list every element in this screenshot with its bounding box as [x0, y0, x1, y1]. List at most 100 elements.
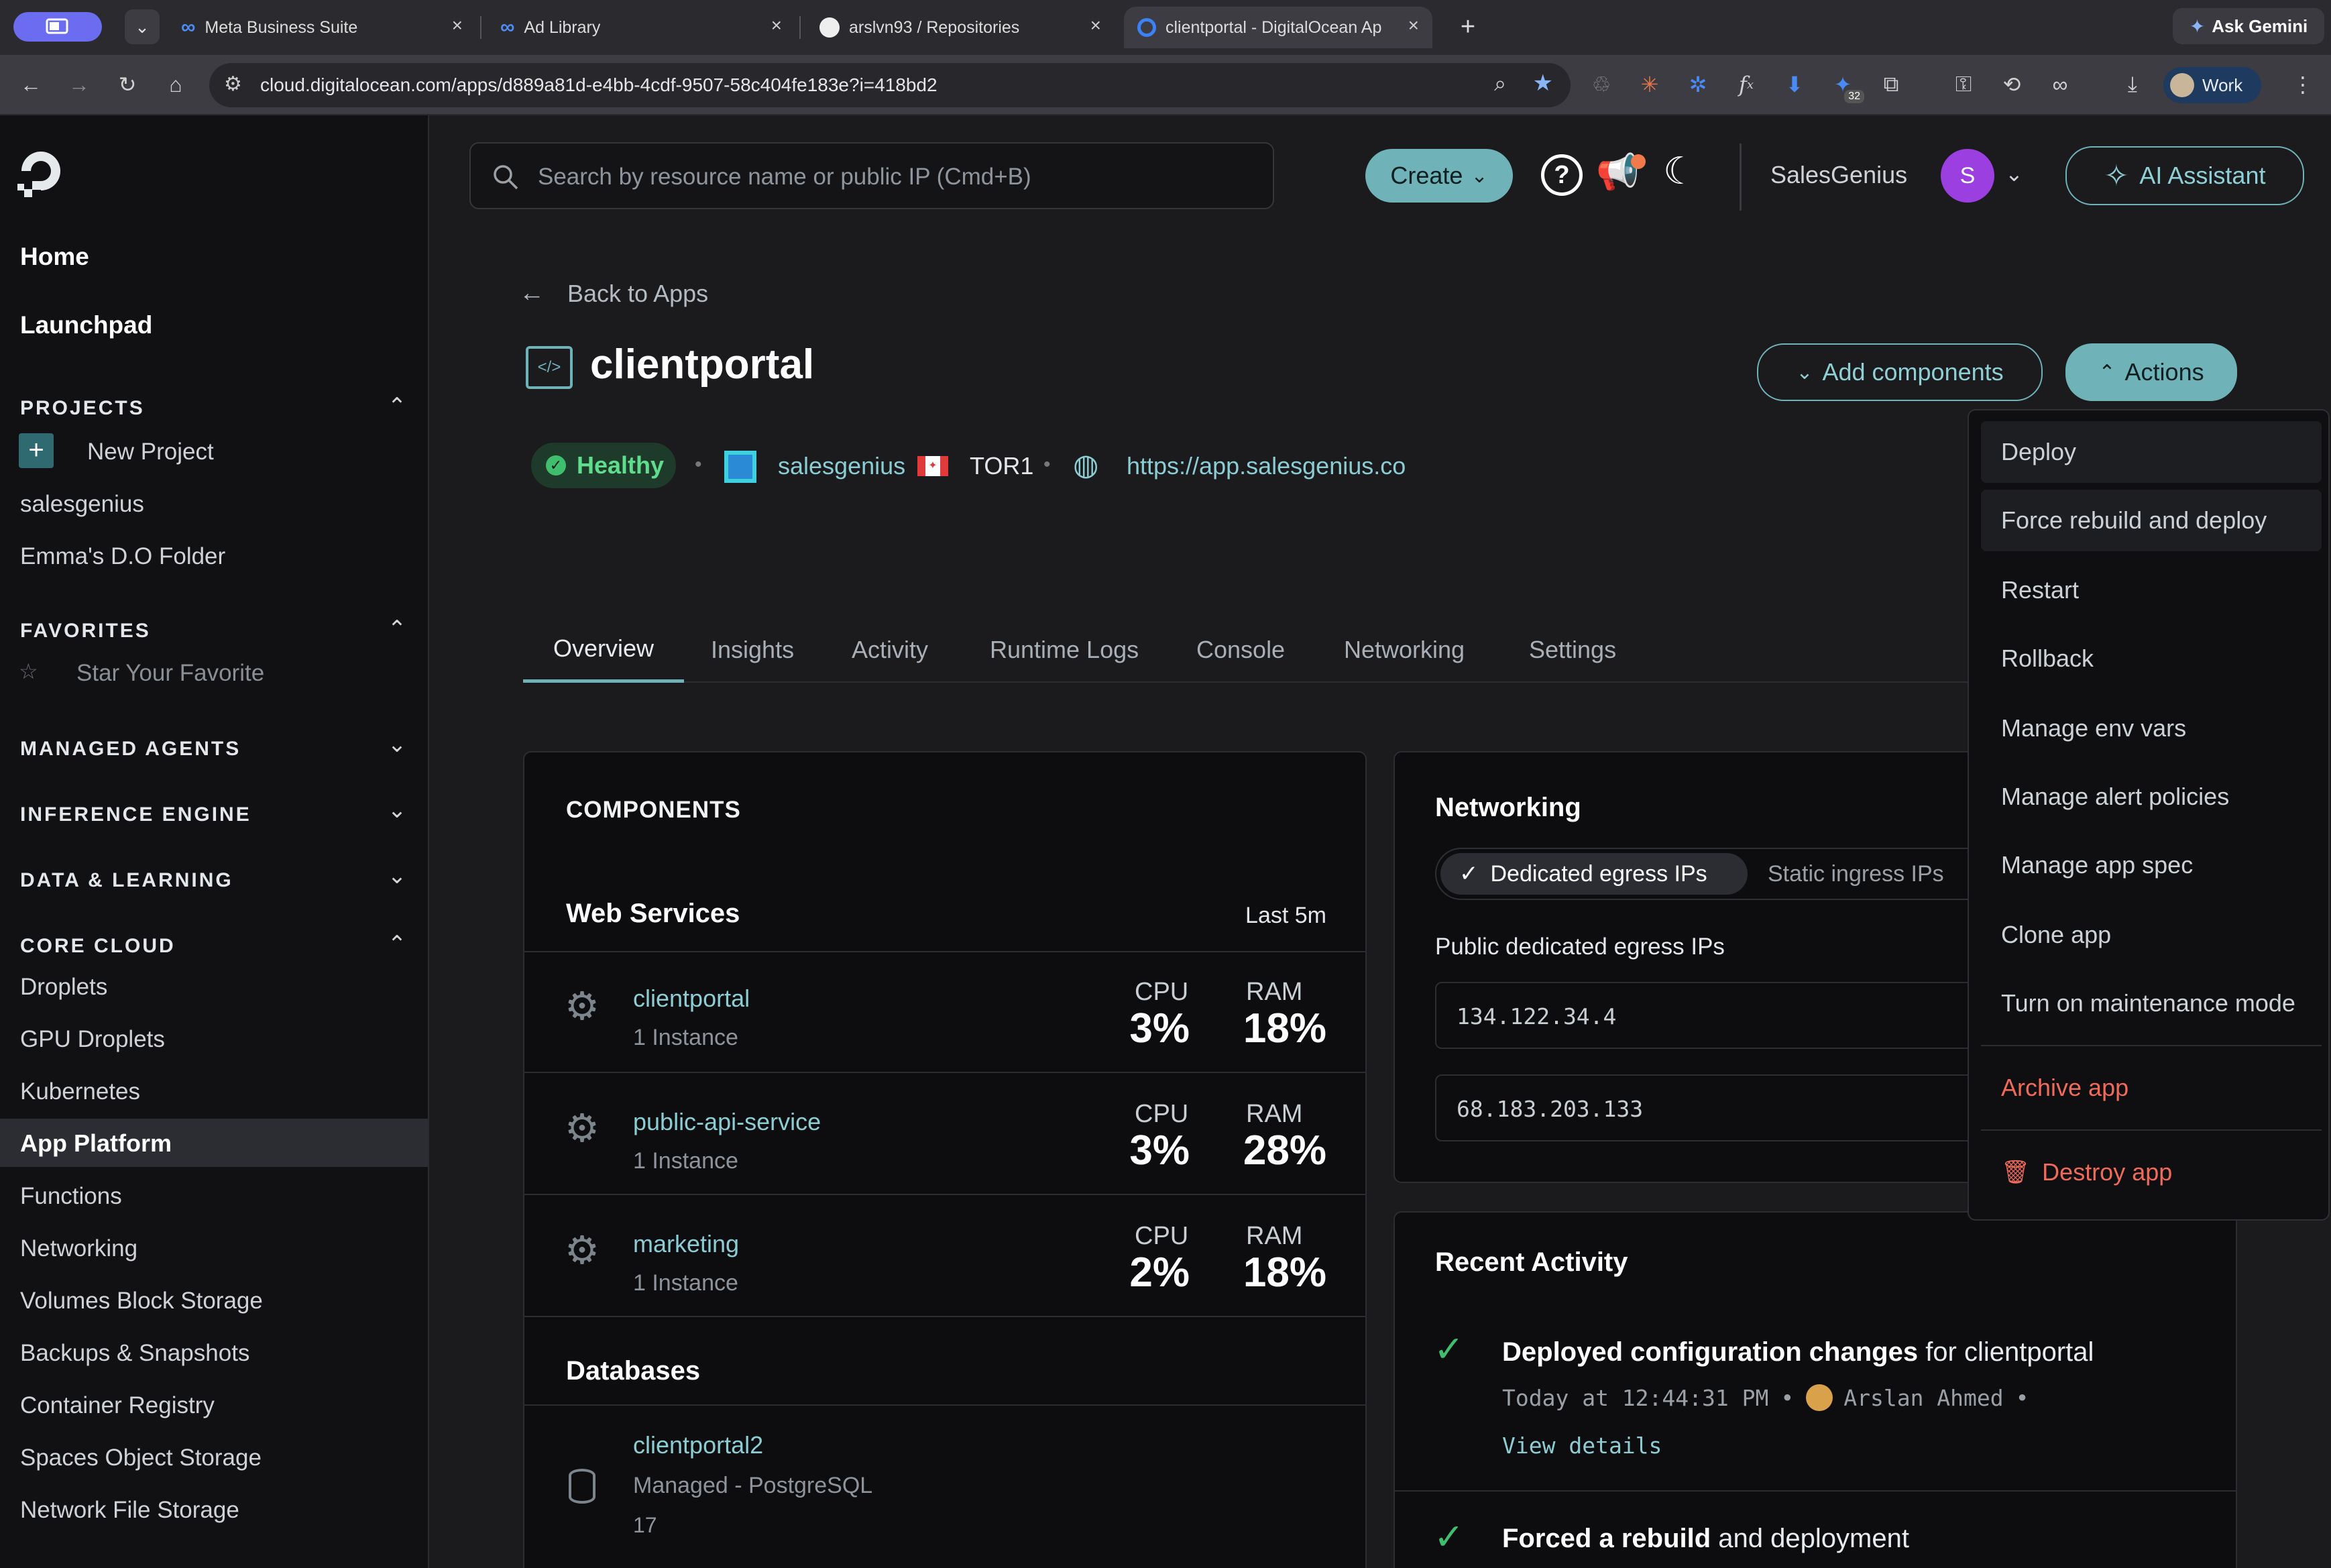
chevron-up-icon[interactable]: ⌃	[384, 931, 410, 958]
sidebar-item-networking[interactable]: Networking	[20, 1235, 137, 1262]
sidebar-launchpad[interactable]: Launchpad	[20, 311, 152, 339]
add-components-button[interactable]: ⌄ Add components	[1757, 343, 2043, 401]
password-key-icon[interactable]: ⚿	[1947, 68, 1980, 101]
sidebar-item-gpu-droplets[interactable]: GPU Droplets	[20, 1026, 165, 1053]
inference-engine-header[interactable]: INFERENCE ENGINE	[20, 803, 251, 826]
back-arrow-icon[interactable]: ←	[15, 68, 47, 101]
actions-button[interactable]: ⌃ Actions	[2065, 343, 2237, 401]
new-tab-button[interactable]: +	[1451, 11, 1485, 44]
tab-runtime-logs[interactable]: Runtime Logs	[990, 636, 1139, 664]
close-tab-icon[interactable]: ×	[771, 15, 782, 36]
chevron-down-icon[interactable]: ⌄	[384, 797, 410, 824]
browser-tab-active[interactable]: clientportal - DigitalOcean Ap ×	[1124, 7, 1432, 48]
project-link[interactable]: salesgenius	[778, 452, 905, 480]
close-tab-icon[interactable]: ×	[1408, 15, 1419, 36]
sidebar-project-item[interactable]: Emma's D.O Folder	[20, 543, 225, 570]
sidebar-item-backups[interactable]: Backups & Snapshots	[20, 1340, 249, 1367]
profile-button[interactable]: Work	[2163, 67, 2261, 103]
close-tab-icon[interactable]: ×	[1090, 15, 1101, 36]
tab-insights[interactable]: Insights	[711, 636, 794, 664]
address-bar[interactable]: ⚙ cloud.digitalocean.com/apps/d889a81d-e…	[209, 63, 1571, 107]
chevron-down-icon[interactable]: ⌄	[384, 862, 410, 889]
back-link[interactable]: ← Back to Apps	[519, 279, 708, 308]
sidebar-item-kubernetes[interactable]: Kubernetes	[20, 1078, 140, 1105]
sidebar-item-network-file-storage[interactable]: Network File Storage	[20, 1497, 239, 1524]
time-range[interactable]: Last 5m	[1245, 903, 1326, 929]
settings-extension-icon[interactable]: ✲	[1682, 68, 1714, 101]
tab-search-button[interactable]	[13, 12, 102, 42]
ask-gemini-button[interactable]: ✦ Ask Gemini	[2173, 8, 2324, 44]
tab-list-dropdown[interactable]: ⌄	[125, 9, 160, 44]
view-details-link[interactable]: View details	[1502, 1433, 1662, 1459]
sidebar-project-item[interactable]: salesgenius	[20, 491, 144, 518]
download-extension-icon[interactable]: ⬇	[1778, 68, 1811, 101]
dark-mode-icon[interactable]: ☾	[1663, 149, 1710, 196]
projects-header[interactable]: PROJECTS	[20, 397, 145, 420]
sidebar-item-volumes[interactable]: Volumes Block Storage	[20, 1288, 263, 1314]
chevron-up-icon[interactable]: ⌃	[384, 616, 410, 642]
toggle-dedicated-egress[interactable]: ✓ Dedicated egress IPs	[1440, 853, 1748, 895]
help-icon[interactable]: ?	[1541, 154, 1583, 196]
fx-extension-icon[interactable]: fx	[1730, 68, 1762, 101]
sidebar-item-spaces[interactable]: Spaces Object Storage	[20, 1445, 262, 1471]
app-url-link[interactable]: https://app.salesgenius.co	[1127, 452, 1406, 480]
tab-networking[interactable]: Networking	[1344, 636, 1465, 664]
tab-activity[interactable]: Activity	[852, 636, 928, 664]
favorites-header[interactable]: FAVORITES	[20, 620, 151, 642]
forward-arrow-icon[interactable]: →	[63, 68, 95, 101]
ai-assistant-button[interactable]: ✧ AI Assistant	[2065, 146, 2304, 205]
sidebar-item-functions[interactable]: Functions	[20, 1183, 122, 1210]
bookmark-star-icon[interactable]: ★	[1533, 70, 1553, 97]
menu-item-clone-app[interactable]: Clone app	[1981, 904, 2322, 966]
browser-tab[interactable]: arslvn93 / Repositories ×	[806, 7, 1115, 48]
menu-item-manage-env-vars[interactable]: Manage env vars	[1981, 697, 2322, 759]
menu-item-rollback[interactable]: Rollback	[1981, 628, 2322, 689]
toggle-static-ingress[interactable]: Static ingress IPs	[1768, 861, 1944, 887]
service-row[interactable]: ⚙ public-api-service 1 Instance CPU 3% R…	[524, 1073, 1365, 1194]
service-name[interactable]: clientportal	[633, 985, 750, 1013]
create-button[interactable]: Create ⌄	[1365, 149, 1513, 203]
tab-settings[interactable]: Settings	[1529, 636, 1616, 664]
chevron-down-icon[interactable]: ⌄	[2005, 161, 2023, 186]
tab-console[interactable]: Console	[1196, 636, 1285, 664]
menu-item-force-rebuild[interactable]: Force rebuild and deploy	[1981, 490, 2322, 551]
database-name[interactable]: clientportal2	[633, 1431, 763, 1459]
extension-badge-icon[interactable]: ✦ 32	[1827, 68, 1864, 103]
service-name[interactable]: marketing	[633, 1230, 739, 1258]
puzzle-extensions-icon[interactable]: ⧉	[1875, 68, 1907, 101]
chevron-up-icon[interactable]: ⌃	[384, 393, 410, 420]
service-row[interactable]: ⚙ clientportal 1 Instance CPU 3% RAM 18%	[524, 952, 1365, 1072]
browser-tab[interactable]: ∞ Meta Business Suite ×	[168, 7, 476, 48]
eco-icon[interactable]: ♲	[1585, 68, 1617, 101]
browser-tab[interactable]: ∞ Ad Library ×	[487, 7, 795, 48]
data-learning-header[interactable]: DATA & LEARNING	[20, 869, 233, 892]
history-icon[interactable]: ⟲	[1996, 68, 2028, 101]
menu-item-restart[interactable]: Restart	[1981, 559, 2322, 621]
announcements-icon[interactable]: 📢	[1596, 152, 1650, 199]
zoom-icon[interactable]: ⌕	[1494, 71, 1506, 97]
link-icon[interactable]: ∞	[2044, 68, 2076, 101]
core-cloud-header[interactable]: CORE CLOUD	[20, 935, 176, 958]
chevron-down-icon[interactable]: ⌄	[384, 731, 410, 758]
reload-icon[interactable]: ↻	[111, 68, 144, 101]
home-icon[interactable]: ⌂	[160, 68, 192, 101]
menu-item-manage-alert-policies[interactable]: Manage alert policies	[1981, 766, 2322, 828]
service-name[interactable]: public-api-service	[633, 1108, 821, 1136]
menu-item-maintenance-mode[interactable]: Turn on maintenance mode	[1981, 972, 2322, 1034]
tab-overview[interactable]: Overview	[523, 634, 684, 683]
close-tab-icon[interactable]: ×	[452, 15, 463, 36]
new-project-button[interactable]: +	[19, 433, 54, 468]
database-row[interactable]: clientportal2 Managed - PostgreSQL 17	[524, 1406, 1365, 1568]
sidebar-new-project[interactable]: New Project	[87, 439, 214, 465]
menu-item-archive-app[interactable]: Archive app	[1981, 1057, 2322, 1119]
site-info-icon[interactable]: ⚙	[224, 72, 242, 96]
sidebar-item-app-platform[interactable]: App Platform	[0, 1119, 428, 1167]
managed-agents-header[interactable]: MANAGED AGENTS	[20, 738, 241, 761]
menu-item-manage-app-spec[interactable]: Manage app spec	[1981, 834, 2322, 896]
sidebar-item-container-registry[interactable]: Container Registry	[20, 1392, 215, 1419]
team-name[interactable]: SalesGenius	[1770, 161, 1907, 189]
menu-item-destroy-app[interactable]: 🗑 Destroy app	[1981, 1141, 2322, 1203]
sidebar-item-droplets[interactable]: Droplets	[20, 974, 107, 1001]
service-row[interactable]: ⚙ marketing 1 Instance CPU 2% RAM 18%	[524, 1195, 1365, 1316]
sidebar-home[interactable]: Home	[20, 243, 89, 271]
